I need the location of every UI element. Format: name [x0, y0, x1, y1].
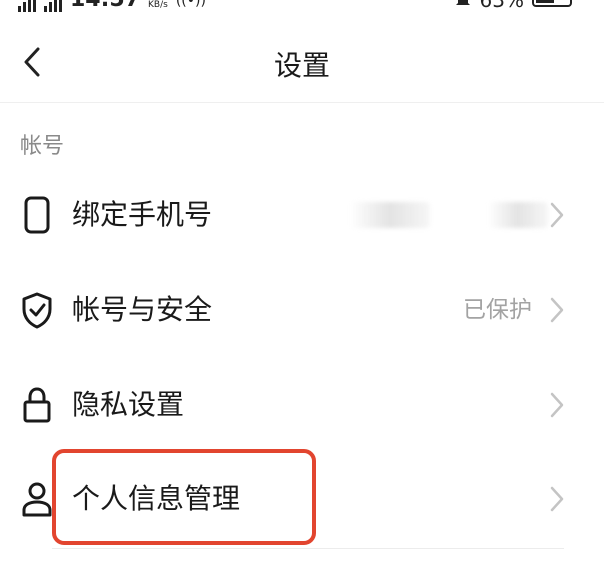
lock-icon [18, 386, 56, 424]
masked-phone-number-tail [488, 202, 548, 228]
settings-row-label: 绑定手机号 [72, 198, 213, 231]
settings-row-label: 帐号与安全 [72, 293, 213, 326]
section-label-account: 帐号 [20, 134, 65, 159]
protection-status: 已保护 [463, 297, 532, 323]
person-icon [18, 480, 56, 518]
battery-icon [532, 0, 572, 7]
settings-row-privacy[interactable]: 隐私设置 [0, 358, 604, 452]
highlight-box [52, 449, 316, 545]
signal-icon [18, 0, 36, 12]
chevron-right-icon [550, 392, 564, 418]
status-right: 63% [454, 0, 572, 12]
chevron-right-icon [550, 297, 564, 323]
status-time: 14:57 [70, 0, 140, 12]
hotspot-icon: ((•)) [175, 0, 206, 9]
settings-row-label: 隐私设置 [72, 388, 185, 421]
status-bar: 14:57 KB/s ((•)) 63% [0, 0, 604, 12]
network-speed-unit: KB/s [148, 0, 168, 10]
signal-icon-2 [44, 0, 62, 12]
settings-row-account-security[interactable]: 帐号与安全 已保护 [0, 263, 604, 357]
phone-icon [18, 196, 56, 234]
page-title: 设置 [273, 49, 330, 82]
chevron-right-icon [550, 202, 564, 228]
shield-check-icon [18, 291, 56, 329]
header: 设置 [0, 22, 604, 103]
settings-row-bind-phone[interactable]: 绑定手机号 [0, 168, 604, 262]
battery-percent: 63% [479, 0, 524, 12]
status-left: 14:57 KB/s ((•)) [18, 0, 206, 12]
chevron-right-icon [550, 486, 564, 512]
bell-icon [455, 0, 470, 5]
row-divider [52, 548, 564, 549]
masked-phone-number [350, 202, 430, 228]
